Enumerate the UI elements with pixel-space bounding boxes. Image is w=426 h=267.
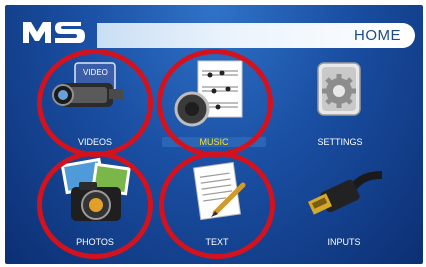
menu-item-settings[interactable]: SETTINGS xyxy=(288,53,392,153)
annotation-ring-videos xyxy=(37,49,153,157)
title-bar: HOME xyxy=(97,23,415,48)
menu-item-inputs[interactable]: INPUTS xyxy=(292,155,396,255)
annotation-ring-text xyxy=(159,151,275,259)
brand-logo xyxy=(23,22,85,43)
settings-icon xyxy=(317,62,361,116)
page-title: HOME xyxy=(354,27,401,44)
hdmi-cable-icon xyxy=(307,171,383,215)
menu-label-inputs: INPUTS xyxy=(327,237,361,247)
home-screen: HOME VIDEO VIDEOS MUSIC SETTINGS PHOTOS … xyxy=(5,5,423,264)
annotation-ring-music xyxy=(157,49,273,157)
menu-label-settings: SETTINGS xyxy=(317,137,363,147)
annotation-ring-photos xyxy=(37,151,153,259)
